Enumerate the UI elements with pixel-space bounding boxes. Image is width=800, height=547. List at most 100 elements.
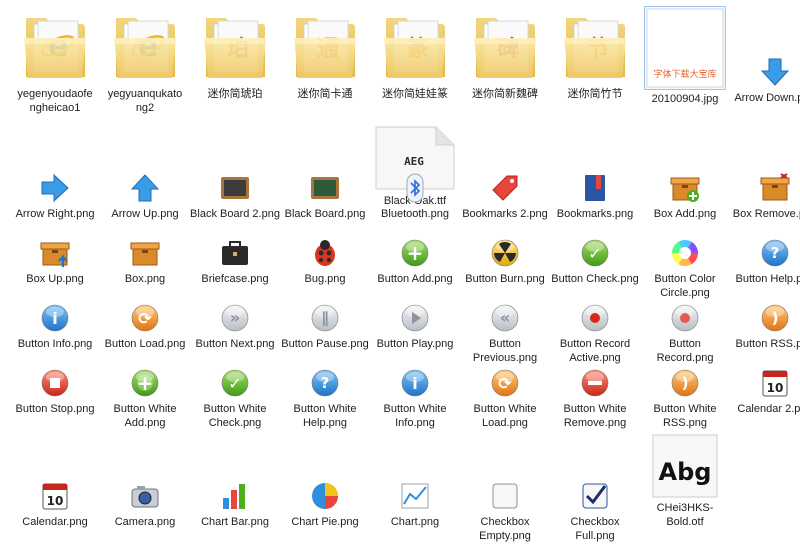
file-item[interactable]: Abg CHei3HKS-Bold.otf [640,434,730,529]
button-white-add-icon: + [131,369,159,397]
calendar-icon: 10 [762,370,788,397]
file-item[interactable]: Chart Bar.png [190,480,280,529]
file-name: Box Remove.png [732,208,800,220]
file-thumbnail [219,480,251,512]
file-item[interactable]: ? Button White Help.png [280,367,370,430]
file-item[interactable]: Button Stop.png [10,367,100,416]
button-stop-icon [41,369,69,397]
file-item[interactable]: Chart Pie.png [280,480,370,529]
file-item[interactable]: Bug.png [280,237,370,286]
file-item[interactable]: Black Board.png [280,172,370,221]
file-item[interactable]: Bluetooth.png [370,172,460,221]
file-item[interactable]: Black Board 2.png [190,172,280,221]
file-item[interactable]: 10 Calendar 2.png [730,367,800,416]
button-pause-icon: ∥ [311,304,339,332]
file-name: Button Play.png [376,338,454,350]
file-item[interactable]: i Button White Info.png [370,367,460,430]
file-item[interactable]: Button Play.png [370,302,460,351]
button-white-check-icon: ✓ [221,369,249,397]
file-item[interactable]: ✓ Button Check.png [550,237,640,286]
file-item[interactable]: 珀迷你简琥珀 [190,8,280,101]
box-remove-icon [760,173,790,201]
svg-text:✓: ✓ [228,374,241,393]
file-thumbnail [39,237,71,269]
file-item[interactable]: 篆迷你简娃娃篆 [370,8,460,101]
file-thumbnail: « [489,302,521,334]
file-item[interactable]: 10 Calendar.png [10,480,100,529]
file-name: Button White Check.png [203,403,267,429]
button-rss-icon: ) [761,304,789,332]
file-item[interactable]: ✓ Button White Check.png [190,367,280,430]
file-thumbnail: » [219,302,251,334]
file-item[interactable]: Arrow Up.png [100,172,190,221]
file-name: Chart Pie.png [291,516,359,528]
file-item[interactable]: Button Record Active.png [550,302,640,365]
box-icon [130,242,160,266]
file-thumbnail [399,480,431,512]
folder-font-icon: 通 [294,18,356,78]
file-item[interactable]: 节迷你简竹节 [550,8,640,101]
svg-text:i: i [412,374,417,393]
file-item[interactable]: e yegenyoudaofe ngheicao1 [10,8,100,115]
svg-text:i: i [52,309,57,328]
file-name: Button White Load.png [473,403,537,429]
button-add-icon: + [401,239,429,267]
box-up-icon [40,242,70,267]
camera-icon [131,486,159,508]
file-thumbnail: 10 [759,367,791,399]
file-name: Black Board 2.png [190,208,280,220]
folder-ie-icon: e [24,18,86,78]
blackboard-green-icon [311,177,339,199]
file-item[interactable]: « Button Previous.png [460,302,550,365]
file-item[interactable]: Checkbox Empty.png [460,480,550,543]
file-name: 迷你简竹节 [567,88,623,100]
file-thumbnail [759,172,791,204]
file-item[interactable]: Arrow Right.png [10,172,100,221]
file-item[interactable]: Bookmarks.png [550,172,640,221]
button-white-help-icon: ? [311,369,339,397]
svg-text:): ) [772,309,779,327]
file-item[interactable]: + Button White Add.png [100,367,190,430]
file-thumbnail [309,480,341,512]
file-item[interactable]: + Button Add.png [370,237,460,286]
file-name: Button White RSS.png [653,403,717,429]
file-item[interactable]: 通迷你简卡通 [280,8,370,101]
file-item[interactable]: Box Up.png [10,237,100,286]
file-item[interactable]: ) Button RSS.png [730,302,800,351]
file-item[interactable]: ? Button Help.png [730,237,800,286]
svg-text:«: « [500,308,510,327]
file-item[interactable]: Box Remove.png [730,172,800,221]
file-item[interactable]: ) Button White RSS.png [640,367,730,430]
file-name: Black Board.png [284,208,366,220]
file-item[interactable]: Camera.png [100,480,190,529]
file-item[interactable]: 碑迷你简新魏碑 [460,8,550,101]
file-item[interactable]: Button White Remove.png [550,367,640,430]
font-file-icon: Abg [652,434,718,498]
file-item[interactable]: Button Color Circle.png [640,237,730,300]
file-item[interactable]: Box.png [100,237,190,286]
file-name: yegenyoudaofe ngheicao1 [17,88,93,114]
file-item[interactable]: Checkbox Full.png [550,480,640,543]
svg-text:10: 10 [767,381,784,395]
file-item[interactable]: ⟳ Button Load.png [100,302,190,351]
file-name: Button RSS.png [735,338,800,350]
file-item[interactable]: Arrow Down.png [730,56,800,105]
file-item[interactable]: ∥ Button Pause.png [280,302,370,351]
button-white-remove-icon [581,369,609,397]
file-item[interactable]: ⟳ Button White Load.png [460,367,550,430]
file-item[interactable]: Button Record.png [640,302,730,365]
file-item[interactable]: e yegyuanqukato ng2 [100,8,190,115]
file-item[interactable]: 字体下载大宝库 20100904.jpg [640,6,730,106]
file-name: 20100904.jpg [651,93,719,105]
file-item[interactable]: » Button Next.png [190,302,280,351]
file-name: Bookmarks 2.png [462,208,548,220]
file-item[interactable]: i Button Info.png [10,302,100,351]
svg-text:Abg: Abg [659,458,712,486]
file-item[interactable]: Bookmarks 2.png [460,172,550,221]
file-thumbnail: ? [309,367,341,399]
file-item[interactable]: Chart.png [370,480,460,529]
file-item[interactable]: Box Add.png [640,172,730,221]
file-item[interactable]: Button Burn.png [460,237,550,286]
file-item[interactable]: Briefcase.png [190,237,280,286]
file-thumbnail [39,172,71,204]
